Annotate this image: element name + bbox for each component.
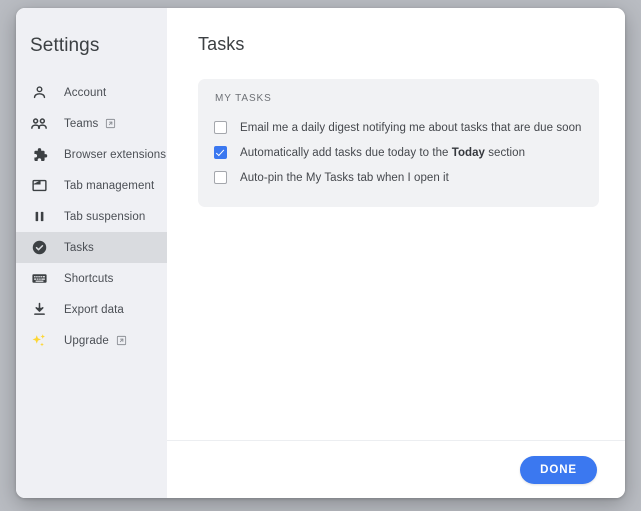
sidebar-nav: Account Teams Browser extensions Tab man… (16, 77, 167, 356)
download-icon (30, 301, 48, 319)
option-row-auto-pin[interactable]: Auto-pin the My Tasks tab when I open it (214, 165, 583, 190)
option-label: Auto-pin the My Tasks tab when I open it (240, 171, 449, 184)
check-circle-icon (30, 239, 48, 257)
sidebar-item-export-data[interactable]: Export data (16, 294, 167, 325)
option-label-bold: Today (451, 146, 485, 159)
sidebar-item-label: Browser extensions (64, 148, 167, 161)
main-content: Tasks MY TASKS Email me a daily digest n… (167, 8, 625, 440)
people-icon (30, 115, 48, 133)
sidebar-item-browser-extensions[interactable]: Browser extensions (16, 139, 167, 170)
pause-icon (30, 208, 48, 226)
sidebar-item-label: Account (64, 86, 107, 99)
external-link-icon (116, 335, 127, 346)
checkbox-email-digest[interactable] (214, 121, 227, 134)
sidebar-item-tasks[interactable]: Tasks (16, 232, 167, 263)
sidebar-item-upgrade[interactable]: Upgrade (16, 325, 167, 356)
person-icon (30, 84, 48, 102)
settings-sidebar: Settings Account Teams Browser extension… (16, 8, 167, 498)
sparkles-icon (30, 332, 48, 350)
puzzle-piece-icon (30, 146, 48, 164)
sidebar-item-shortcuts[interactable]: Shortcuts (16, 263, 167, 294)
external-link-icon (105, 118, 116, 129)
sidebar-item-tab-suspension[interactable]: Tab suspension (16, 201, 167, 232)
sidebar-item-teams[interactable]: Teams (16, 108, 167, 139)
option-label-after: section (485, 146, 526, 159)
sidebar-item-label: Export data (64, 303, 124, 316)
card-heading: MY TASKS (215, 93, 272, 104)
sidebar-item-account[interactable]: Account (16, 77, 167, 108)
option-label: Email me a daily digest notifying me abo… (240, 121, 582, 134)
sidebar-item-label: Tab suspension (64, 210, 146, 223)
checkbox-auto-add-today[interactable] (214, 146, 227, 159)
window-icon (30, 177, 48, 195)
settings-main-pane: Tasks MY TASKS Email me a daily digest n… (167, 8, 625, 498)
keyboard-icon (30, 270, 48, 288)
done-button[interactable]: DONE (520, 455, 597, 484)
sidebar-item-label: Tasks (64, 241, 94, 254)
option-label-before: Automatically add tasks due today to the (240, 146, 452, 159)
option-label: Automatically add tasks due today to the… (240, 147, 525, 159)
dialog-footer: DONE (167, 440, 625, 498)
option-row-auto-add-today[interactable]: Automatically add tasks due today to the… (214, 140, 583, 165)
sidebar-item-label: Tab management (64, 179, 155, 192)
sidebar-title: Settings (30, 35, 100, 56)
sidebar-item-tab-management[interactable]: Tab management (16, 170, 167, 201)
settings-dialog: Settings Account Teams Browser extension… (16, 8, 625, 498)
sidebar-item-label: Teams (64, 117, 99, 130)
my-tasks-card: MY TASKS Email me a daily digest notifyi… (198, 79, 599, 207)
option-row-email-digest[interactable]: Email me a daily digest notifying me abo… (214, 115, 583, 140)
sidebar-item-label: Shortcuts (64, 272, 114, 285)
page-title: Tasks (198, 34, 245, 54)
sidebar-item-label: Upgrade (64, 334, 109, 347)
checkbox-auto-pin[interactable] (214, 171, 227, 184)
